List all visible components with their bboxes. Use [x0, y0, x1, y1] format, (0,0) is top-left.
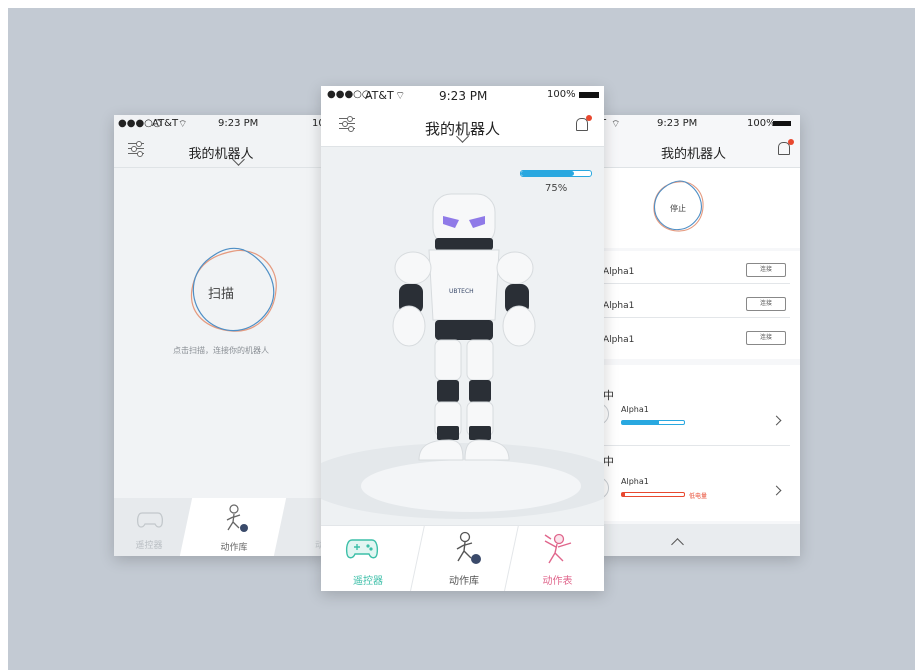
section-title: 中 [603, 455, 614, 468]
tab-actions[interactable]: 动作库 [188, 498, 280, 556]
robot-name: Alpha1 [603, 301, 635, 311]
status-bar: T ⌔ 9:23 PM 100% [597, 115, 800, 133]
section-title: 中 [603, 389, 614, 402]
battery-bar [621, 492, 685, 497]
page-title: 我的机器人 [660, 147, 726, 162]
battery-label: 100% [547, 89, 576, 100]
robot-name: Alpha1 [621, 405, 649, 414]
tab-label: 遥控器 [353, 576, 383, 587]
stop-label: 停止 [670, 204, 686, 213]
chevron-right-icon[interactable] [771, 415, 782, 426]
tab-actions[interactable]: 动作库 [417, 525, 511, 591]
running-robot-icon [456, 531, 481, 564]
connect-button[interactable]: 连接 [746, 331, 786, 345]
tab-bar: 遥控器 动作库 动 [114, 498, 328, 556]
tab-label: 动 [314, 541, 324, 551]
robot-name: Alpha1 [603, 335, 635, 345]
scan-hint: 点击扫描，连接你的机器人 [173, 346, 269, 355]
header-divider [321, 146, 604, 147]
battery-progress [520, 170, 592, 177]
time-label: 9:23 PM [657, 118, 698, 129]
battery-icon [579, 92, 599, 98]
tab-dance[interactable]: 动作表 [511, 525, 604, 591]
robot-name: Alpha1 [603, 267, 635, 277]
robot-name: Alpha1 [621, 477, 649, 486]
robot-image: UBTECH [392, 193, 536, 461]
low-battery-label: 低电量 [689, 493, 708, 500]
divider [603, 317, 790, 318]
list-item: Alpha1 连接 [597, 327, 800, 355]
wifi-icon: ⌔ [611, 119, 621, 130]
gamepad-icon [136, 512, 164, 528]
tab-remote[interactable]: 遥控器 [114, 498, 184, 556]
tab-label: 遥控器 [135, 541, 163, 551]
robot-brand-label: UBTECH [449, 288, 474, 295]
divider [603, 283, 790, 284]
robot-list: Alpha1 连接 Alpha1 连接 Alpha1 连接 [597, 251, 800, 359]
tab-label: 动作库 [220, 543, 248, 553]
notification-bell-icon[interactable] [778, 139, 794, 155]
tab-label: 动作表 [542, 576, 573, 587]
carrier-label: AT&T [365, 89, 394, 102]
tab-remote[interactable]: 遥控器 [321, 525, 415, 591]
battery-bar [621, 420, 685, 425]
connect-button[interactable]: 连接 [746, 297, 786, 311]
dance-icon [544, 533, 572, 564]
battery-fill [622, 493, 626, 496]
wifi-icon: ⌔ [178, 119, 188, 130]
collapse-bar[interactable] [597, 524, 800, 556]
connect-button[interactable]: 连接 [746, 263, 786, 277]
time-label: 9:23 PM [439, 89, 488, 103]
battery-label: 100% [747, 118, 776, 129]
tab-bar: 遥控器 动作库 动作表 [321, 525, 604, 591]
scan-label: 扫描 [207, 287, 234, 302]
gamepad-icon [345, 539, 379, 559]
connected-section: 中 Alpha1 中 Alpha1 低电量 [597, 365, 800, 521]
divider [603, 445, 790, 446]
right-phone-screen: T ⌔ 9:23 PM 100% 我的机器人 停止 Alpha1 连接 Alph… [597, 115, 800, 556]
running-robot-icon [226, 504, 248, 532]
status-bar: ●●●○○ AT&T ⌔ 9:23 PM 100% [321, 86, 604, 104]
chevron-right-icon[interactable] [771, 485, 782, 496]
time-label: 9:23 PM [218, 118, 259, 129]
page-title: 我的机器人 [188, 147, 254, 162]
carrier-label: AT&T [152, 118, 179, 129]
tab-label: 动作库 [449, 576, 479, 587]
battery-progress-fill [521, 171, 574, 176]
battery-icon [773, 121, 791, 126]
header-divider [114, 167, 328, 168]
battery-fill [622, 421, 660, 424]
center-phone-screen: ●●●○○ AT&T ⌔ 9:23 PM 100% 我的机器人 75% UBTE… [321, 86, 604, 591]
wifi-icon: ⌔ [395, 89, 406, 102]
chevron-up-icon[interactable] [671, 538, 684, 551]
notification-bell-icon[interactable] [576, 115, 592, 131]
left-phone-screen: ●●●○○ AT&T ⌔ 9:23 PM 10 我的机器人 扫描 点击扫描，连接… [114, 115, 328, 556]
status-bar: ●●●○○ AT&T ⌔ 9:23 PM 10 [114, 115, 328, 133]
